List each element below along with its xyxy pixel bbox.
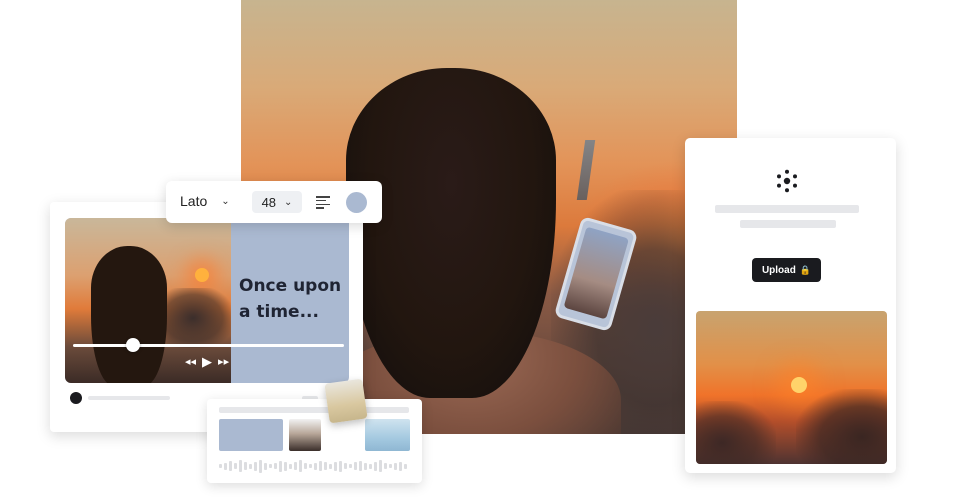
timeline-clip-photo[interactable]	[289, 419, 321, 451]
font-family-value: Lato	[180, 193, 208, 209]
waveform-bar	[304, 463, 307, 469]
waveform-bar	[374, 461, 377, 471]
upload-panel: Upload 🔒	[685, 138, 896, 473]
waveform-bar	[364, 462, 367, 470]
waveform-bar	[274, 463, 277, 469]
waveform-bar	[294, 462, 297, 470]
waveform-bar	[264, 462, 267, 470]
dragging-clip-thumbnail[interactable]	[324, 378, 368, 424]
upload-button-label: Upload	[761, 264, 796, 276]
waveform-bar	[334, 461, 337, 471]
waveform-bar	[254, 461, 257, 471]
waveform-bar	[384, 463, 387, 469]
heading-placeholder	[715, 205, 859, 213]
timeline-ruler	[219, 407, 409, 413]
uploaded-sunset-photo	[696, 311, 887, 464]
waveform-bar	[329, 463, 332, 469]
waveform-bar	[369, 463, 372, 469]
chevron-down-icon: ⌄	[221, 195, 230, 207]
align-left-icon[interactable]	[316, 196, 330, 209]
waveform-bar	[224, 462, 227, 470]
sun-icon	[195, 268, 209, 282]
font-family-dropdown[interactable]: Lato ⌄	[180, 193, 230, 209]
waveform-bar	[389, 464, 392, 468]
progress-thumb[interactable]	[125, 338, 140, 352]
waveform-bar	[299, 460, 302, 472]
waveform-bar	[379, 460, 382, 472]
waveform-bar	[309, 464, 312, 468]
waveform-bar	[229, 461, 232, 471]
avatar	[70, 392, 82, 404]
beach-umbrella	[696, 401, 776, 464]
waveform-bar	[259, 459, 262, 473]
waveform-bar	[244, 462, 247, 470]
waveform-bar	[404, 463, 407, 469]
waveform-bar	[239, 460, 242, 472]
video-card: Once upon a time... ◂◂ ▶ ▸▸	[50, 202, 363, 432]
waveform-bar	[359, 461, 362, 471]
timeline-clip-color[interactable]	[219, 419, 283, 451]
subheading-placeholder	[740, 220, 836, 228]
beach-umbrella	[796, 389, 887, 464]
timeline-card	[207, 399, 422, 483]
waveform-bar	[219, 464, 222, 468]
waveform-bar	[349, 464, 352, 468]
waveform-bar	[394, 462, 397, 470]
play-icon[interactable]: ▶	[202, 355, 212, 369]
waveform-bar	[249, 463, 252, 469]
waveform-bar	[279, 460, 282, 472]
rewind-icon[interactable]: ◂◂	[185, 355, 196, 369]
waveform-bar	[319, 461, 322, 471]
lock-icon: 🔒	[799, 264, 812, 275]
logo-icon	[777, 169, 797, 193]
waveform-bar	[344, 463, 347, 469]
waveform-bar	[399, 461, 402, 471]
upload-button[interactable]: Upload 🔒	[752, 258, 821, 282]
waveform-bar	[289, 463, 292, 469]
waveform-bar	[339, 460, 342, 472]
waveform-bar	[234, 463, 237, 469]
timeline-clip-beach[interactable]	[365, 419, 410, 451]
fast-forward-icon[interactable]: ▸▸	[218, 355, 229, 369]
person-hair	[346, 68, 556, 398]
progress-track[interactable]	[73, 344, 344, 347]
title-placeholder	[88, 396, 170, 400]
waveform-bar	[354, 462, 357, 470]
text-format-toolbar: Lato ⌄ 48 ⌄	[166, 181, 382, 223]
chevron-down-icon: ⌄	[284, 196, 293, 208]
waveform-bar	[314, 462, 317, 470]
playback-controls: ◂◂ ▶ ▸▸	[185, 355, 229, 369]
video-caption[interactable]: Once upon a time...	[239, 273, 349, 325]
video-preview[interactable]: Once upon a time... ◂◂ ▶ ▸▸	[65, 218, 349, 383]
waveform-bar	[284, 461, 287, 471]
waveform-bar	[269, 464, 272, 468]
color-picker[interactable]	[346, 192, 367, 213]
font-size-value: 48	[261, 194, 277, 210]
audio-waveform[interactable]	[219, 459, 409, 473]
person-silhouette	[91, 246, 167, 383]
font-size-dropdown[interactable]: 48 ⌄	[252, 191, 302, 213]
waveform-bar	[324, 462, 327, 470]
